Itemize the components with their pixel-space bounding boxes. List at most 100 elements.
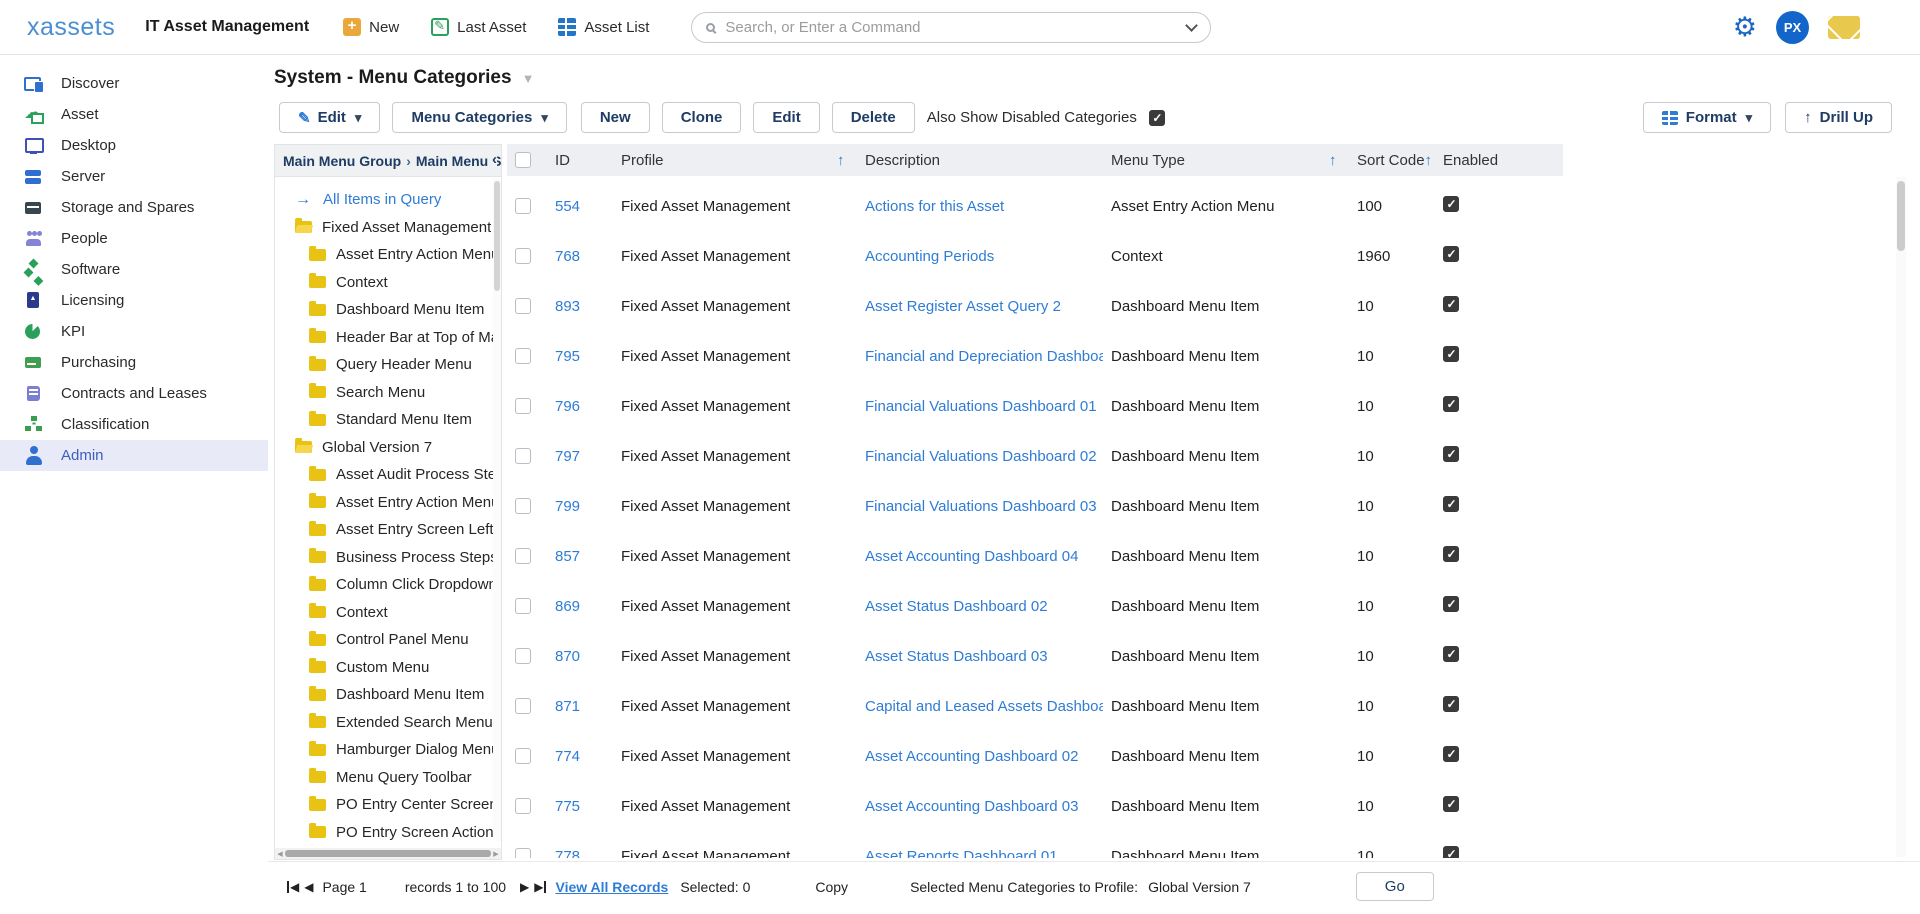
collapse-panel-icon[interactable] [490,151,497,168]
grid-vertical-scrollbar[interactable] [1896,177,1906,857]
row-description-link[interactable]: Asset Reports Dashboard 01 [865,848,1058,859]
row-select-checkbox[interactable] [515,848,531,858]
tree-item[interactable]: Column Click Dropdown [275,571,501,599]
row-id-link[interactable]: 795 [555,348,580,365]
menu-categories-dropdown[interactable]: Menu Categories [392,102,566,133]
tree-item[interactable]: Asset Entry Screen Left Links [275,516,501,544]
global-search[interactable] [691,12,1211,43]
row-select-checkbox[interactable] [515,398,531,414]
tree-item[interactable]: Hamburger Dialog Menu [275,736,501,764]
sidebar-item-storage-and-spares[interactable]: Storage and Spares [0,192,268,223]
row-enabled-checkbox[interactable] [1443,396,1459,412]
row-enabled-checkbox[interactable] [1443,446,1459,462]
new-button[interactable]: New [343,18,399,36]
row-description-link[interactable]: Asset Status Dashboard 02 [865,598,1048,615]
row-enabled-checkbox[interactable] [1443,246,1459,262]
row-enabled-checkbox[interactable] [1443,696,1459,712]
row-id-link[interactable]: 893 [555,298,580,315]
row-select-checkbox[interactable] [515,648,531,664]
row-description-link[interactable]: Asset Status Dashboard 03 [865,648,1048,665]
breadcrumb-root[interactable]: Main Menu Group [283,153,401,169]
row-description-link[interactable]: Asset Register Asset Query 2 [865,298,1061,315]
row-id-link[interactable]: 774 [555,748,580,765]
row-id-link[interactable]: 871 [555,698,580,715]
row-id-link[interactable]: 775 [555,798,580,815]
scrollbar-thumb[interactable] [285,850,491,857]
next-page-button[interactable] [520,881,529,893]
row-enabled-checkbox[interactable] [1443,546,1459,562]
tree-vertical-scrollbar[interactable] [493,178,501,841]
row-id-link[interactable]: 857 [555,548,580,565]
tree-item[interactable]: Extended Search Menu [275,709,501,737]
drill-up-button[interactable]: Drill Up [1785,102,1892,133]
row-description-link[interactable]: Accounting Periods [865,248,994,265]
row-description-link[interactable]: Financial Valuations Dashboard 01 [865,398,1097,415]
sidebar-item-classification[interactable]: Classification [0,409,268,440]
tree-item[interactable]: Standard Menu Item [275,406,501,434]
column-header-menu-type[interactable]: Menu Type [1103,152,1329,169]
row-enabled-checkbox[interactable] [1443,196,1459,212]
row-select-checkbox[interactable] [515,298,531,314]
row-select-checkbox[interactable] [515,498,531,514]
column-header-profile[interactable]: Profile [613,152,837,169]
row-id-link[interactable]: 799 [555,498,580,515]
gear-icon[interactable] [1733,14,1757,41]
delete-button[interactable]: Delete [832,102,915,133]
tree-item[interactable]: Context [275,269,501,297]
avatar[interactable]: PX [1776,11,1809,44]
row-select-checkbox[interactable] [515,448,531,464]
profile-select[interactable]: Global Version 7 [1148,879,1251,895]
row-id-link[interactable]: 796 [555,398,580,415]
sidebar-item-kpi[interactable]: KPI [0,316,268,347]
first-page-button[interactable] [287,881,299,893]
row-id-link[interactable]: 869 [555,598,580,615]
row-select-checkbox[interactable] [515,248,531,264]
sidebar-item-desktop[interactable]: Desktop [0,130,268,161]
row-select-checkbox[interactable] [515,748,531,764]
row-description-link[interactable]: Financial Valuations Dashboard 03 [865,498,1097,515]
tree-item[interactable]: Asset Entry Action Menu [275,489,501,517]
format-dropdown[interactable]: Format [1643,102,1771,133]
tree-item[interactable]: Fixed Asset Management [275,214,501,242]
scroll-right-icon[interactable]: ▶ [491,850,501,858]
clone-button[interactable]: Clone [662,102,742,133]
tree-item[interactable]: Dashboard Menu Item [275,296,501,324]
edit-menu-button[interactable]: Edit [279,102,380,133]
tree-item[interactable]: PO Entry Screen Action Menu [275,819,501,842]
column-header-description[interactable]: Description [857,152,1103,169]
sidebar-item-discover[interactable]: Discover [0,68,268,99]
scroll-left-icon[interactable]: ◀ [275,850,285,858]
row-select-checkbox[interactable] [515,798,531,814]
row-description-link[interactable]: Capital and Leased Assets Dashboard 02 [865,698,1103,715]
previous-page-button[interactable] [304,881,313,893]
sidebar-item-licensing[interactable]: Licensing [0,285,268,316]
sidebar-item-purchasing[interactable]: Purchasing [0,347,268,378]
view-all-records-link[interactable]: View All Records [555,879,668,895]
row-enabled-checkbox[interactable] [1443,846,1459,858]
column-header-sort-code[interactable]: Sort Code [1349,152,1415,169]
row-id-link[interactable]: 768 [555,248,580,265]
row-description-link[interactable]: Financial Valuations Dashboard 02 [865,448,1097,465]
select-all-checkbox[interactable] [515,152,531,168]
row-select-checkbox[interactable] [515,198,531,214]
tree-item[interactable]: All Items in Query [275,186,501,214]
sort-asc-icon[interactable] [1329,152,1349,169]
sidebar-item-server[interactable]: Server [0,161,268,192]
sidebar-item-contracts-and-leases[interactable]: Contracts and Leases [0,378,268,409]
row-id-link[interactable]: 870 [555,648,580,665]
row-description-link[interactable]: Asset Accounting Dashboard 04 [865,548,1078,565]
tree-item[interactable]: Custom Menu [275,654,501,682]
title-dropdown-icon[interactable] [522,71,535,86]
row-enabled-checkbox[interactable] [1443,646,1459,662]
tree-item[interactable]: Dashboard Menu Item [275,681,501,709]
sort-asc-icon[interactable] [837,152,857,169]
column-header-id[interactable]: ID [547,152,613,169]
tree-item[interactable]: PO Entry Center Screen Links [275,791,501,819]
tree-item[interactable]: Context [275,599,501,627]
row-description-link[interactable]: Asset Accounting Dashboard 03 [865,798,1078,815]
row-enabled-checkbox[interactable] [1443,796,1459,812]
row-select-checkbox[interactable] [515,598,531,614]
tree-item[interactable]: Control Panel Menu [275,626,501,654]
row-id-link[interactable]: 778 [555,848,580,859]
row-enabled-checkbox[interactable] [1443,296,1459,312]
